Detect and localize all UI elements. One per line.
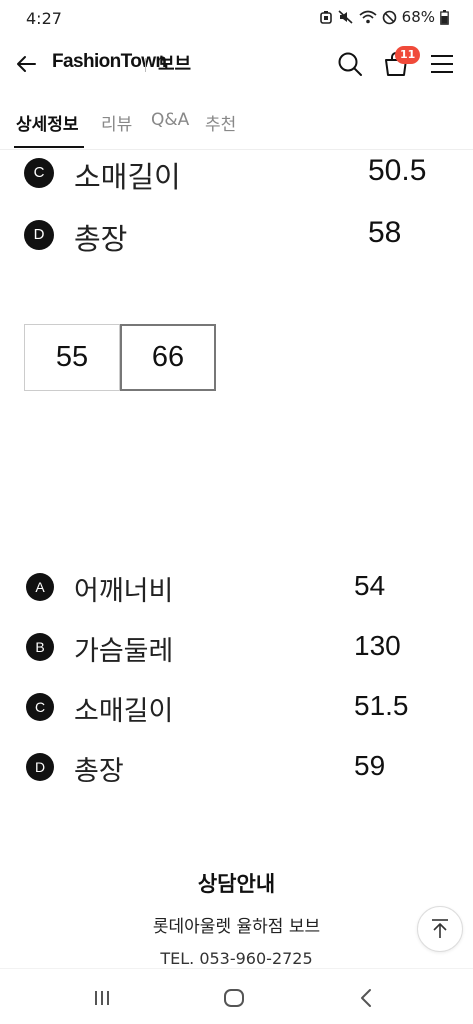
wifi-icon <box>359 10 377 24</box>
measure-letter-badge: B <box>26 633 54 661</box>
size-row: C 소매길이 51.5 <box>0 686 473 727</box>
tab-reviews[interactable]: 리뷰 <box>101 110 132 135</box>
product-tabs: 상세정보 리뷰 Q&A 추천 <box>0 98 473 150</box>
search-icon <box>338 52 362 76</box>
measure-label: 어깨너비 <box>74 576 174 607</box>
measure-letter-badge: C <box>24 158 54 188</box>
brand-logo[interactable]: FashionTown <box>52 51 167 73</box>
do-not-disturb-icon <box>382 10 397 25</box>
measure-value: 130 <box>354 630 401 661</box>
consultation-title: 상담안내 <box>197 872 276 896</box>
home-button[interactable] <box>214 983 254 1013</box>
scroll-to-top-button[interactable] <box>417 906 463 952</box>
size-row: C 소매길이 50.5 <box>0 152 473 194</box>
mute-icon <box>338 10 354 24</box>
system-back-button[interactable] <box>346 983 386 1013</box>
size-row: B 가슴둘레 130 <box>0 626 473 667</box>
cart-count-badge: 11 <box>395 46 421 64</box>
tab-details[interactable]: 상세정보 <box>16 110 79 135</box>
measure-label: 소매길이 <box>74 696 174 727</box>
consultation-info: 상담안내 롯데아울렛 율하점 보브 TEL. 053-960-2725 <box>0 868 473 968</box>
battery-icon <box>440 9 449 25</box>
search-button[interactable] <box>334 48 366 80</box>
recent-apps-button[interactable] <box>82 983 122 1013</box>
consultation-store: 롯데아울렛 율하점 보브 <box>152 917 321 937</box>
consultation-phone[interactable]: TEL. 053-960-2725 <box>0 949 473 968</box>
app-header: FashionTown 보브 11 <box>0 36 473 92</box>
measure-label: 가슴둘레 <box>74 636 174 667</box>
measure-label: 소매길이 <box>74 160 181 194</box>
measure-letter-badge: D <box>26 753 54 781</box>
measure-value: 51.5 <box>354 690 409 721</box>
tab-recommend[interactable]: 추천 <box>205 110 236 135</box>
measure-value: 54 <box>354 570 386 601</box>
scroll-to-top-icon <box>432 919 448 938</box>
size-row: D 총장 58 <box>0 214 473 256</box>
menu-button[interactable] <box>426 48 458 80</box>
alarm-icon <box>319 10 333 24</box>
store-name[interactable]: 보브 <box>158 50 191 76</box>
tab-qna[interactable]: Q&A <box>151 110 189 130</box>
home-icon <box>224 989 244 1007</box>
measure-value: 59 <box>354 750 386 781</box>
size-row: D 총장 59 <box>0 746 473 787</box>
size-selector: 55 66 <box>24 324 216 391</box>
size-tab-55[interactable]: 55 <box>24 324 120 391</box>
battery-level: 68% <box>401 8 435 26</box>
chevron-left-icon <box>361 989 371 1007</box>
measure-value: 50.5 <box>368 154 427 187</box>
measure-label: 총장 <box>74 222 128 256</box>
status-time: 4:27 <box>26 9 62 28</box>
measure-letter-badge: A <box>26 573 54 601</box>
measure-label: 총장 <box>74 756 124 787</box>
arrow-left-icon <box>17 56 36 72</box>
hamburger-menu-icon <box>431 55 453 73</box>
status-icons: 68% <box>319 8 449 26</box>
recent-apps-icon <box>95 991 109 1005</box>
status-bar: 4:27 68% <box>0 0 473 36</box>
active-tab-indicator <box>14 146 84 148</box>
measure-letter-badge: D <box>24 220 54 250</box>
measure-letter-badge: C <box>26 693 54 721</box>
brand-divider <box>145 58 146 72</box>
system-nav-bar <box>0 968 473 1024</box>
size-tab-66[interactable]: 66 <box>120 324 216 391</box>
measure-value: 58 <box>368 216 402 249</box>
back-button[interactable] <box>10 48 42 80</box>
size-row: A 어깨너비 54 <box>0 566 473 607</box>
